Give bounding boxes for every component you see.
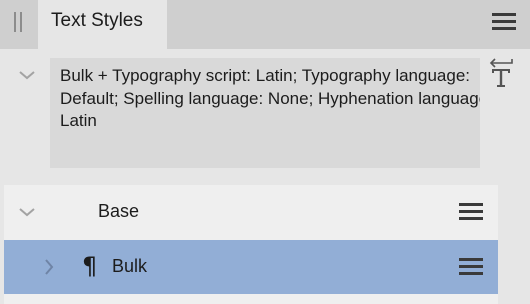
hamburger-menu-icon[interactable] xyxy=(459,203,483,221)
list-item-base[interactable]: Base xyxy=(4,185,498,240)
style-description-box: Bulk + Typography script: Latin; Typogra… xyxy=(50,58,480,168)
styles-list: Base ¶ Bulk xyxy=(4,185,498,304)
chevron-down-icon[interactable] xyxy=(18,203,36,221)
list-item-label: Bulk xyxy=(112,256,148,276)
list-item-partial xyxy=(4,294,498,304)
tab-text-styles[interactable]: Text Styles xyxy=(38,0,167,49)
panel-grip-icon[interactable] xyxy=(11,12,25,32)
hamburger-menu-icon[interactable] xyxy=(459,258,483,276)
list-item-bulk[interactable]: ¶ Bulk xyxy=(4,240,498,294)
panel-title-bar: Text Styles xyxy=(0,0,530,49)
paragraph-icon: ¶ xyxy=(82,252,98,280)
tab-label: Text Styles xyxy=(51,10,143,31)
list-item-label: Base xyxy=(98,201,140,221)
text-style-apply-icon[interactable] xyxy=(486,57,518,89)
hamburger-menu-icon[interactable] xyxy=(492,13,516,31)
chevron-right-icon[interactable] xyxy=(40,258,58,276)
chevron-down-icon[interactable] xyxy=(18,66,36,84)
style-description-text: Bulk + Typography script: Latin; Typogra… xyxy=(60,66,480,130)
